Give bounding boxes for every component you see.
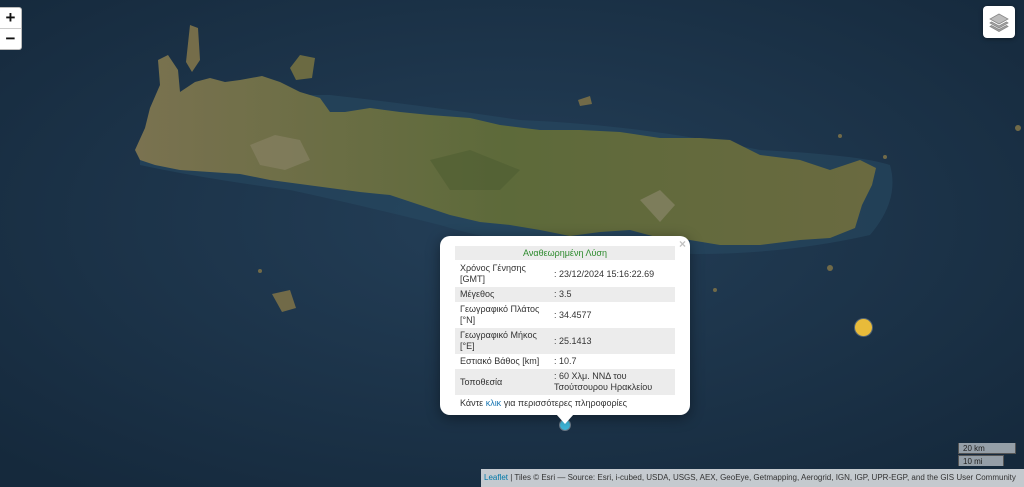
zoom-in-button[interactable]: + [0, 8, 21, 28]
zoom-out-button[interactable]: − [0, 28, 21, 49]
detail-row: Γεωγραφικό Πλάτος [°N] : 34.4577 [455, 302, 675, 328]
satellite-map[interactable]: + − × Αναθεωρημένη Λύση Χρόνος Γένησης [… [0, 0, 1024, 487]
detail-value: : 3.5 [549, 287, 675, 302]
detail-value: : 60 Χλμ. ΝΝΔ του Τσούτσουρου Ηρακλείου [549, 369, 675, 395]
scale-bar-mi: 10 mi [958, 455, 1004, 466]
popup-footer: Κάντε κλικ για περισσότερες πληροφορίες [455, 398, 675, 408]
event-popup: × Αναθεωρημένη Λύση Χρόνος Γένησης [GMT]… [440, 236, 690, 415]
detail-value: : 10.7 [549, 354, 675, 369]
more-info-link[interactable]: κλικ [486, 398, 502, 408]
detail-label: Τοποθεσία [455, 369, 549, 395]
detail-value: : 23/12/2024 15:16:22.69 [549, 261, 675, 287]
detail-label: Γεωγραφικό Μήκος [°E] [455, 328, 549, 354]
leaflet-link[interactable]: Leaflet [484, 473, 508, 482]
detail-row: Μέγεθος : 3.5 [455, 287, 675, 302]
detail-label: Εστιακό Βάθος [km] [455, 354, 549, 369]
detail-row: Γεωγραφικό Μήκος [°E] : 25.1413 [455, 328, 675, 354]
layers-icon [989, 13, 1009, 32]
attribution-text: | Tiles © Esri — Source: Esri, i-cubed, … [508, 473, 1016, 482]
detail-row: Χρόνος Γένησης [GMT] : 23/12/2024 15:16:… [455, 261, 675, 287]
earthquake-marker[interactable] [855, 319, 872, 336]
detail-label: Μέγεθος [455, 287, 549, 302]
event-details-table: Χρόνος Γένησης [GMT] : 23/12/2024 15:16:… [455, 261, 675, 395]
popup-title: Αναθεωρημένη Λύση [455, 246, 675, 260]
zoom-control: + − [0, 7, 22, 50]
detail-row: Τοποθεσία : 60 Χλμ. ΝΝΔ του Τσούτσουρου … [455, 369, 675, 395]
layers-button[interactable] [983, 6, 1015, 38]
scale-bar-km: 20 km [958, 443, 1016, 454]
detail-value: : 25.1413 [549, 328, 675, 354]
detail-label: Χρόνος Γένησης [GMT] [455, 261, 549, 287]
map-attribution: Leaflet | Tiles © Esri — Source: Esri, i… [481, 469, 1024, 487]
popup-close-button[interactable]: × [679, 237, 686, 251]
detail-value: : 34.4577 [549, 302, 675, 328]
popup-tip [556, 414, 574, 424]
detail-row: Εστιακό Βάθος [km] : 10.7 [455, 354, 675, 369]
footer-prefix: Κάντε [460, 398, 484, 408]
footer-suffix: για περισσότερες πληροφορίες [503, 398, 627, 408]
detail-label: Γεωγραφικό Πλάτος [°N] [455, 302, 549, 328]
